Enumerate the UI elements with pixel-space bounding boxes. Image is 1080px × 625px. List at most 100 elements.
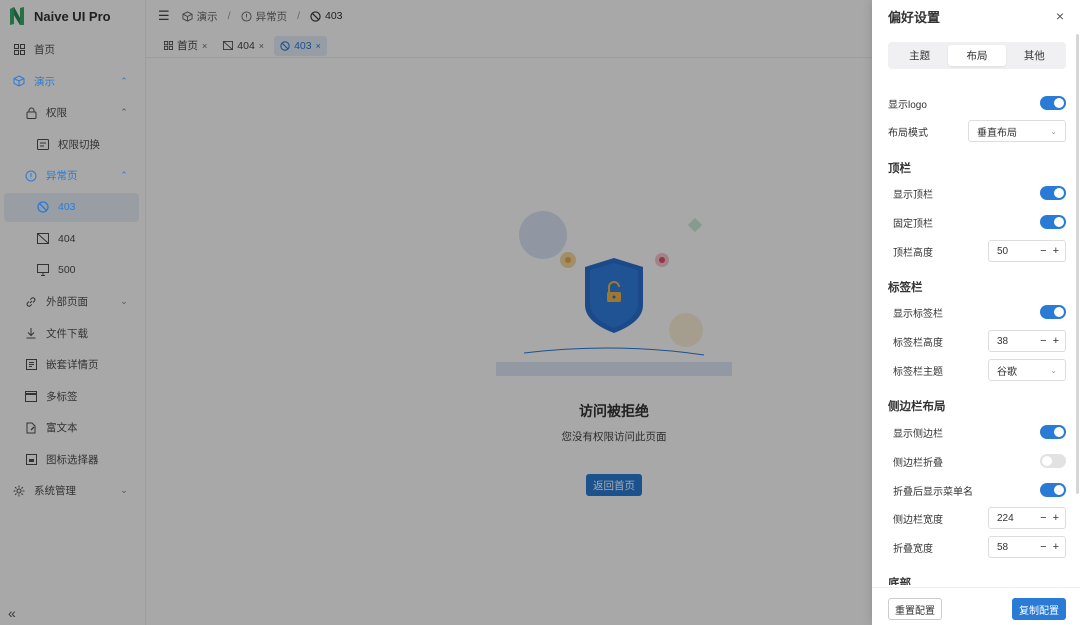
setting-label: 标签栏主题 xyxy=(893,366,943,378)
setting-fixed-header: 固定顶栏 xyxy=(893,215,1066,230)
image-icon xyxy=(24,452,38,466)
header-height-stepper[interactable]: 50 − + xyxy=(988,240,1066,262)
warning-circle-icon xyxy=(24,169,38,183)
setting-label: 显示顶栏 xyxy=(893,189,933,201)
minus-icon[interactable]: − xyxy=(1040,335,1046,347)
drawer-mask[interactable] xyxy=(0,0,872,625)
section-tabbar: 标签栏 xyxy=(888,282,923,294)
tabbar-theme-select[interactable]: 谷歌 ⌄ xyxy=(988,359,1066,381)
minus-icon[interactable]: − xyxy=(1040,541,1046,553)
setting-label: 侧边栏宽度 xyxy=(893,514,943,526)
setting-label: 折叠宽度 xyxy=(893,543,933,555)
setting-label: 标签栏高度 xyxy=(893,337,943,349)
select-value: 谷歌 xyxy=(997,366,1017,378)
drawer-footer: 重置配置 复制配置 xyxy=(872,587,1080,625)
setting-header-height: 顶栏高度 50 − + xyxy=(893,240,1066,262)
sidebar-item-label: 嵌套详情页 xyxy=(46,359,99,372)
sidebar-item-label: 权限切换 xyxy=(58,138,100,151)
download-icon xyxy=(24,326,38,340)
stepper-value: 224 xyxy=(997,512,1014,524)
tab-layout[interactable]: 布局 xyxy=(948,45,1006,66)
sidebar-item-label: 文件下载 xyxy=(46,327,88,340)
chevron-down-icon: ⌄ xyxy=(1050,126,1057,136)
chevron-up-icon: ⌃ xyxy=(120,107,128,118)
stepper-value: 38 xyxy=(997,335,1009,347)
sidebar-item-label: 异常页 xyxy=(46,170,78,183)
image-broken-icon xyxy=(36,232,50,246)
show-sidebar-toggle[interactable] xyxy=(1040,425,1066,439)
detail-icon xyxy=(24,358,38,372)
setting-layout-mode: 布局模式 垂直布局 ⌄ xyxy=(888,120,1066,142)
setting-show-tabbar: 显示标签栏 xyxy=(893,305,1066,320)
cube-icon xyxy=(12,74,26,88)
sidebar-collapse-toggle[interactable] xyxy=(1040,454,1066,468)
fixed-header-toggle[interactable] xyxy=(1040,215,1066,229)
setting-label: 显示logo xyxy=(888,99,927,111)
copy-config-button[interactable]: 复制配置 xyxy=(1012,598,1066,620)
sidebar-item-label: 首页 xyxy=(34,44,55,57)
plus-icon[interactable]: + xyxy=(1053,541,1059,553)
plus-icon[interactable]: + xyxy=(1053,335,1059,347)
setting-show-menu-name: 折叠后显示菜单名 xyxy=(893,483,1066,498)
stepper-value: 50 xyxy=(997,245,1009,257)
drawer-title: 偏好设置 xyxy=(888,9,941,25)
setting-show-sidebar: 显示侧边栏 xyxy=(893,425,1066,440)
setting-show-header: 显示顶栏 xyxy=(893,186,1066,201)
chevron-down-icon: ⌄ xyxy=(1050,365,1057,375)
document-edit-icon xyxy=(24,421,38,435)
section-footer: 底部 xyxy=(888,578,911,585)
close-icon[interactable]: × xyxy=(1056,8,1064,24)
link-icon xyxy=(24,295,38,309)
minus-icon[interactable]: − xyxy=(1040,245,1046,257)
setting-collapsed-width: 折叠宽度 58 − + xyxy=(893,536,1066,558)
setting-label: 布局模式 xyxy=(888,127,928,139)
reset-config-button[interactable]: 重置配置 xyxy=(888,598,942,620)
chevron-up-icon: ⌃ xyxy=(120,170,128,181)
collapsed-width-stepper[interactable]: 58 − + xyxy=(988,536,1066,558)
setting-label: 侧边栏折叠 xyxy=(893,457,943,469)
gear-icon xyxy=(12,484,26,498)
dashboard-icon xyxy=(12,43,26,57)
minus-icon[interactable]: − xyxy=(1040,512,1046,524)
drawer-header: 偏好设置 × xyxy=(872,0,1080,32)
chevron-down-icon: ⌄ xyxy=(120,485,128,496)
sidebar-item-label: 权限 xyxy=(46,107,67,120)
sidebar-item-label: 图标选择器 xyxy=(46,453,99,466)
show-tabbar-toggle[interactable] xyxy=(1040,305,1066,319)
preferences-drawer: 偏好设置 × 主题 布局 其他 显示logo 布局模式 垂直布局 ⌄ 顶栏 显示… xyxy=(872,0,1080,625)
setting-tabbar-theme: 标签栏主题 谷歌 ⌄ xyxy=(893,359,1066,381)
drawer-body[interactable]: 显示logo 布局模式 垂直布局 ⌄ 顶栏 显示顶栏 固定顶栏 顶栏高度 50 … xyxy=(872,80,1080,585)
monitor-error-icon xyxy=(36,263,50,277)
layout-mode-select[interactable]: 垂直布局 ⌄ xyxy=(968,120,1066,142)
section-sidebar-layout: 侧边栏布局 xyxy=(888,401,946,413)
setting-tabbar-height: 标签栏高度 38 − + xyxy=(893,330,1066,352)
tab-theme[interactable]: 主题 xyxy=(891,45,948,66)
sidebar-item-label: 403 xyxy=(58,201,76,214)
tabbar-height-stepper[interactable]: 38 − + xyxy=(988,330,1066,352)
tab-other[interactable]: 其他 xyxy=(1006,45,1063,66)
sidebar-item-label: 演示 xyxy=(34,75,55,88)
plus-icon[interactable]: + xyxy=(1053,245,1059,257)
sidebar-width-stepper[interactable]: 224 − + xyxy=(988,507,1066,529)
setting-label: 显示侧边栏 xyxy=(893,428,943,440)
show-header-toggle[interactable] xyxy=(1040,186,1066,200)
setting-label: 顶栏高度 xyxy=(893,247,933,259)
lock-icon xyxy=(24,106,38,120)
sidebar-item-label: 404 xyxy=(58,232,76,245)
stepper-value: 58 xyxy=(997,541,1009,553)
sidebar-item-label: 外部页面 xyxy=(46,296,88,309)
setting-sidebar-collapse: 侧边栏折叠 xyxy=(893,454,1066,469)
drawer-scrollbar[interactable] xyxy=(1076,34,1079,494)
show-menu-name-toggle[interactable] xyxy=(1040,483,1066,497)
setting-sidebar-width: 侧边栏宽度 224 − + xyxy=(893,507,1066,529)
show-logo-toggle[interactable] xyxy=(1040,96,1066,110)
setting-label: 固定顶栏 xyxy=(893,218,933,230)
forbidden-icon xyxy=(36,200,50,214)
setting-show-logo: 显示logo xyxy=(888,96,1066,111)
setting-label: 折叠后显示菜单名 xyxy=(893,486,973,498)
preferences-tabs: 主题 布局 其他 xyxy=(888,42,1066,69)
sidebar-item-label: 500 xyxy=(58,264,76,277)
plus-icon[interactable]: + xyxy=(1053,512,1059,524)
select-value: 垂直布局 xyxy=(977,127,1017,139)
switch-icon xyxy=(36,137,50,151)
